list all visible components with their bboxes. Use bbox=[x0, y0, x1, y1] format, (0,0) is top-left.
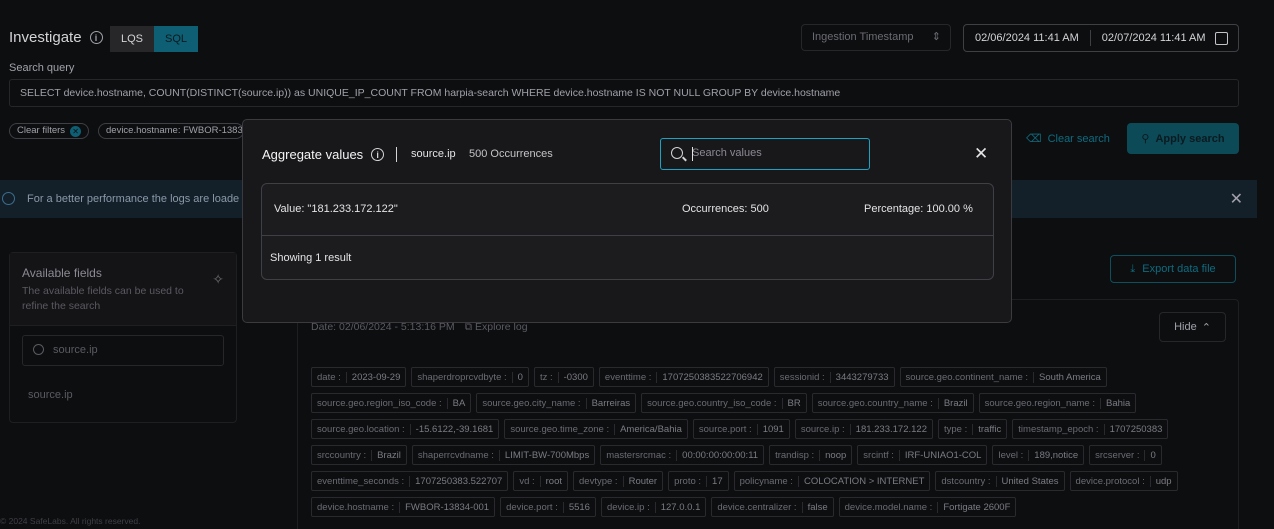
results-count: Showing 1 result bbox=[270, 252, 352, 264]
title-divider bbox=[396, 147, 397, 162]
values-search-placeholder: Search values bbox=[692, 147, 762, 159]
aggregate-values-modal: Aggregate values i source.ip 500 Occurre… bbox=[242, 119, 1012, 323]
modal-occurrences: 500 Occurrences bbox=[469, 148, 553, 160]
values-search-input[interactable]: Search values bbox=[660, 138, 870, 170]
modal-title-text: Aggregate values bbox=[262, 147, 364, 162]
modal-field-name: source.ip bbox=[411, 148, 456, 160]
modal-title: Aggregate values i bbox=[262, 147, 385, 162]
info-icon[interactable]: i bbox=[371, 148, 385, 161]
text-caret bbox=[692, 147, 693, 161]
search-icon bbox=[671, 147, 683, 159]
table-row[interactable]: Value: "181.233.172.122" Occurrences: 50… bbox=[262, 184, 993, 236]
row-percentage: Percentage: 100.00 % bbox=[864, 203, 973, 215]
values-table: Value: "181.233.172.122" Occurrences: 50… bbox=[261, 183, 994, 280]
row-occurrences: Occurrences: 500 bbox=[682, 203, 769, 215]
row-value: Value: "181.233.172.122" bbox=[274, 203, 398, 215]
close-icon[interactable]: ✕ bbox=[974, 145, 988, 162]
